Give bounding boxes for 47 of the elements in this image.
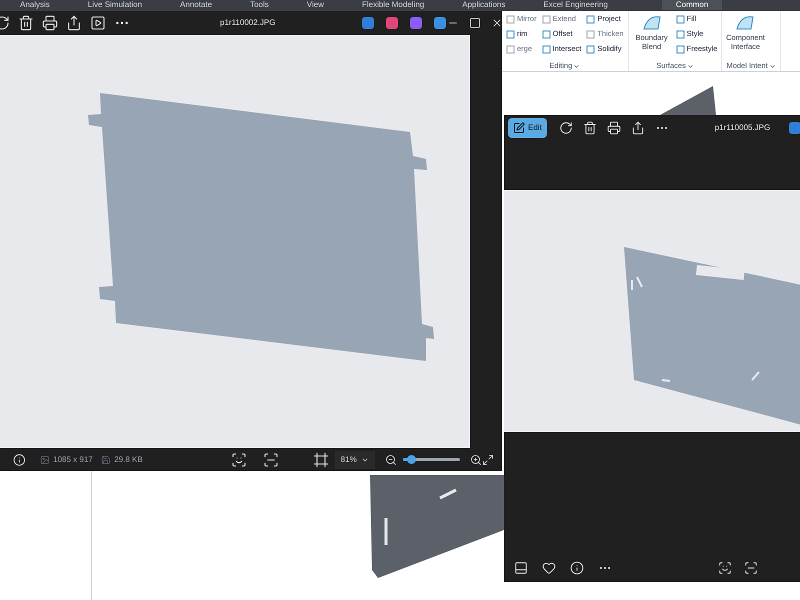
info-icon[interactable]: [570, 561, 584, 575]
app-icon[interactable]: [409, 16, 424, 30]
window-title: p1r110002.JPG: [220, 17, 276, 29]
menu-tab[interactable]: Excel Engineering: [539, 0, 612, 10]
face-scan-icon[interactable]: [718, 561, 732, 575]
caret-icon: [768, 62, 776, 70]
scan-icon[interactable]: [744, 561, 758, 575]
edit-button[interactable]: Edit: [508, 118, 547, 138]
caret-icon: [573, 62, 580, 70]
edit-icon: [513, 122, 525, 134]
cad-part-edge-drawing: [658, 84, 718, 116]
app-icon[interactable]: [788, 120, 800, 134]
zoom-dropdown[interactable]: 81%: [334, 450, 376, 468]
delete-icon[interactable]: [18, 15, 34, 31]
app-icon[interactable]: [361, 16, 376, 30]
menu-tab[interactable]: Applications: [458, 0, 510, 10]
favorite-icon[interactable]: [542, 561, 556, 575]
print-icon[interactable]: [606, 120, 621, 134]
print-icon[interactable]: [42, 15, 58, 31]
fullscreen-icon[interactable]: [482, 454, 494, 466]
menu-tab[interactable]: Flexible Modeling: [358, 0, 428, 10]
image-dimensions: 1085 x 917: [53, 454, 93, 466]
zoom-slider-track[interactable]: [403, 458, 460, 461]
caret-icon: [686, 62, 694, 70]
menu-tab[interactable]: Live Simulation: [84, 0, 146, 10]
file-size: 29.8 KB: [114, 454, 143, 466]
menu-tab[interactable]: View: [302, 0, 328, 10]
slideshow-icon[interactable]: [90, 15, 106, 31]
share-icon[interactable]: [66, 15, 82, 31]
rotate-icon[interactable]: [558, 120, 573, 134]
scan-icon[interactable]: [262, 452, 279, 468]
zoom-out-icon[interactable]: [385, 454, 398, 466]
delete-icon[interactable]: [582, 120, 597, 134]
menu-tab[interactable]: Tools: [246, 0, 273, 10]
menu-tab[interactable]: Common: [662, 0, 722, 10]
zoom-slider-thumb[interactable]: [406, 455, 416, 464]
image-size-icon: [40, 454, 50, 466]
share-icon[interactable]: [630, 120, 645, 134]
app-icon[interactable]: [385, 16, 400, 30]
close-icon[interactable]: [491, 17, 504, 29]
zoom-in-icon[interactable]: [470, 454, 482, 466]
maximize-icon[interactable]: [469, 17, 482, 29]
window-title: p1r110005.JPG: [714, 122, 770, 134]
menu-tab[interactable]: Annotate: [176, 0, 216, 10]
menu-tab[interactable]: Analysis: [16, 0, 54, 10]
info-icon[interactable]: [13, 452, 26, 468]
face-scan-icon[interactable]: [230, 452, 247, 468]
